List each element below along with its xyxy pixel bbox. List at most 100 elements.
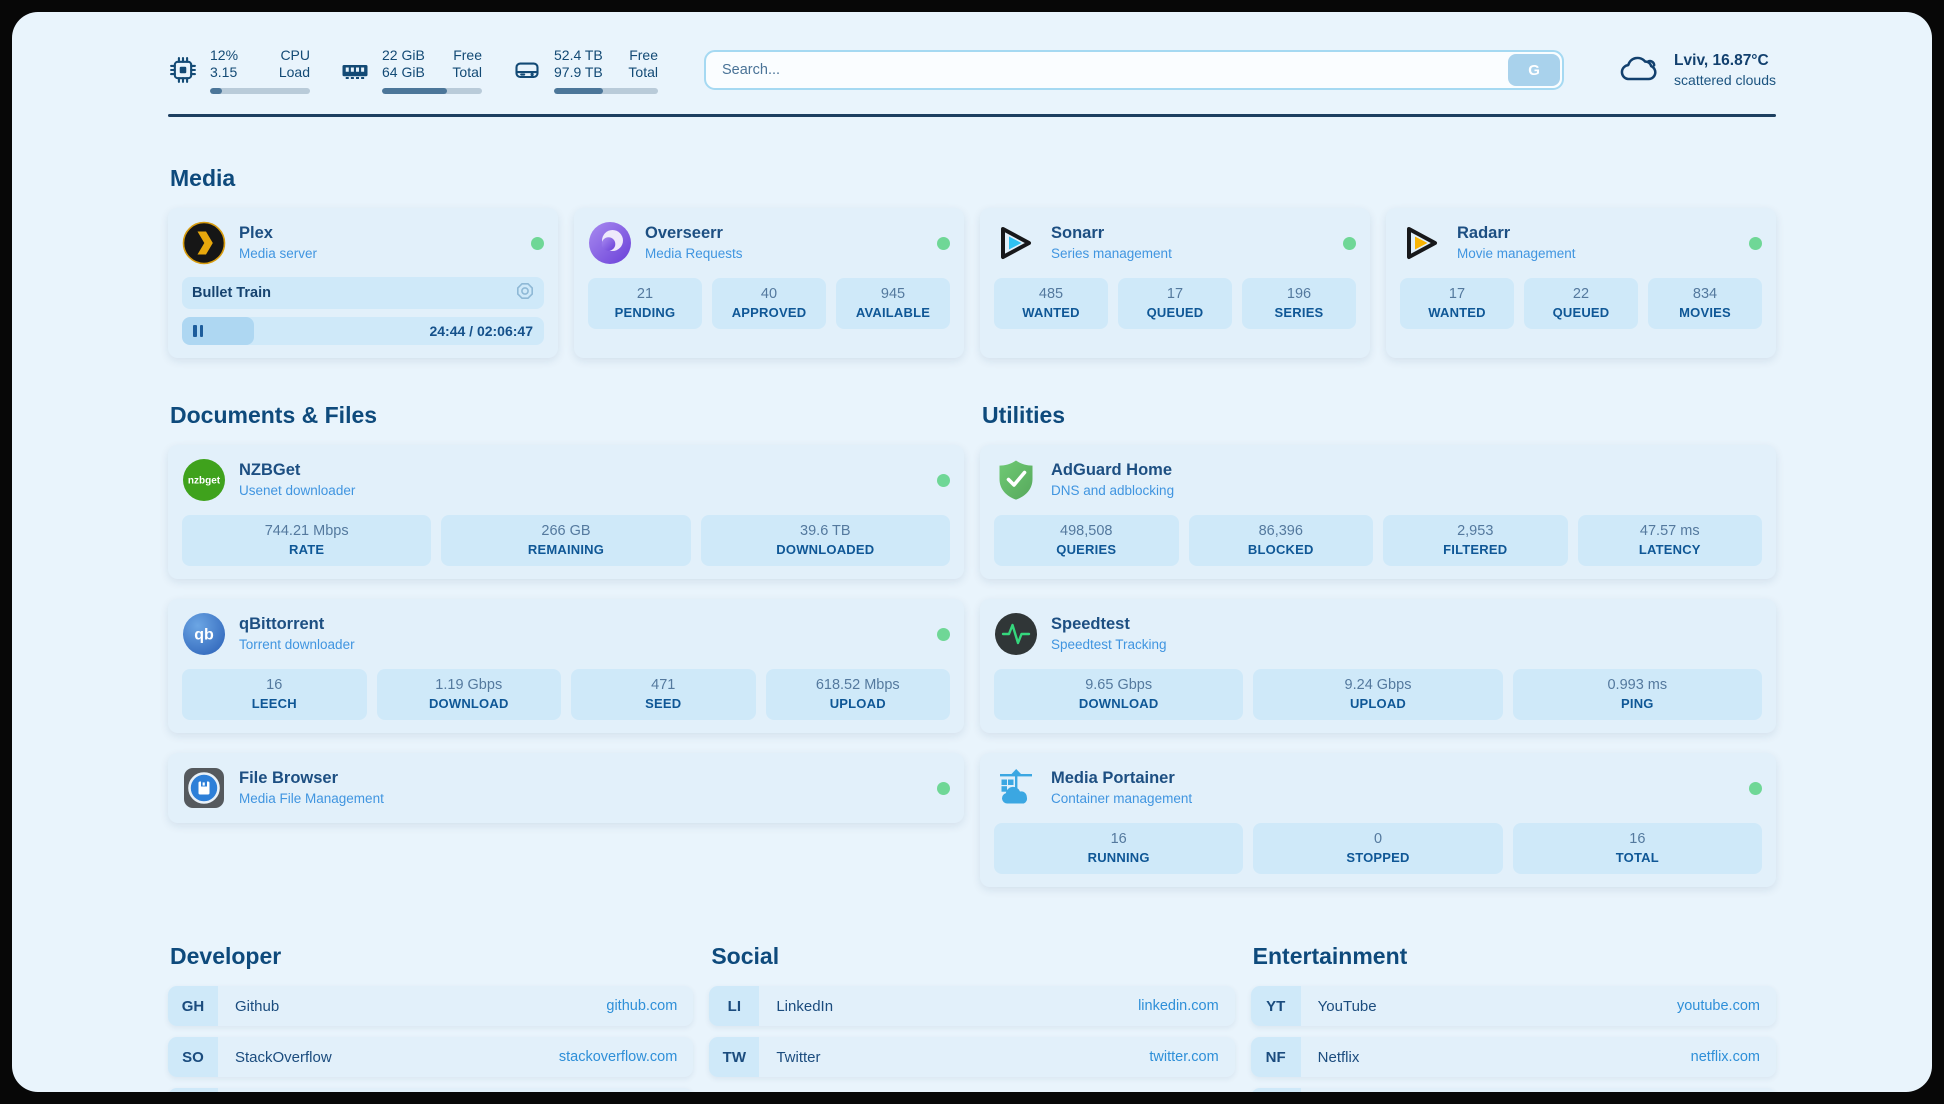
ram-stat: 22 GiB 64 GiB Free Total xyxy=(340,47,482,94)
app-subtitle: Media server xyxy=(239,246,317,263)
svg-text:nzbget: nzbget xyxy=(188,476,221,487)
link-row-youtube[interactable]: YT YouTube youtube.com xyxy=(1251,986,1776,1026)
app-card-speedtest[interactable]: Speedtest Speedtest Tracking 9.65 Gbps D… xyxy=(980,599,1776,733)
stat-tile: 22 QUEUED xyxy=(1524,278,1638,329)
documents-section-title: Documents & Files xyxy=(170,402,964,429)
app-name: Sonarr xyxy=(1051,223,1172,244)
app-subtitle: Media File Management xyxy=(239,791,384,808)
cpu-load-label: Load xyxy=(279,64,310,82)
disk-total-value: 97.9 TB xyxy=(554,64,603,82)
link-row-netflix[interactable]: NF Netflix netflix.com xyxy=(1251,1037,1776,1077)
app-card-sonarr[interactable]: Sonarr Series management 485 WANTED 17 Q… xyxy=(980,208,1370,358)
link-badge: TW xyxy=(709,1037,759,1077)
ram-free-value: 22 GiB xyxy=(382,47,425,65)
cpu-usage-label: CPU xyxy=(279,47,310,65)
ram-progress-bar xyxy=(382,88,482,94)
weather-location-temp: Lviv, 16.87°C xyxy=(1674,51,1776,71)
link-row-github[interactable]: GH Github github.com xyxy=(168,986,693,1026)
stat-tile: 2,953 FILTERED xyxy=(1383,515,1568,566)
dashboard-page: 12% 3.15 CPU Load xyxy=(12,12,1932,1092)
app-card-qbittorrent[interactable]: qb qBittorrent Torrent downloader 16 LEE… xyxy=(168,599,964,733)
weather-widget[interactable]: Lviv, 16.87°C scattered clouds xyxy=(1616,51,1776,90)
stat-tile: 17 QUEUED xyxy=(1118,278,1232,329)
section-utilities: Utilities xyxy=(980,402,1776,887)
cpu-stat: 12% 3.15 CPU Load xyxy=(168,47,310,94)
stat-tile: 945 AVAILABLE xyxy=(836,278,950,329)
app-subtitle: Torrent downloader xyxy=(239,637,355,654)
stat-tile: 1.19 Gbps DOWNLOAD xyxy=(377,669,562,720)
app-subtitle: Media Requests xyxy=(645,246,743,263)
cpu-usage-value: 12% xyxy=(210,47,238,65)
app-subtitle: Container management xyxy=(1051,791,1192,808)
app-card-plex[interactable]: Plex Media server Bullet Train xyxy=(168,208,558,358)
status-dot xyxy=(1343,237,1356,250)
disk-icon xyxy=(512,55,542,85)
stat-tile: 0.993 ms PING xyxy=(1513,669,1762,720)
link-url[interactable]: netflix.com xyxy=(1691,1049,1760,1065)
stat-tile: 16 LEECH xyxy=(182,669,367,720)
app-name: File Browser xyxy=(239,768,384,789)
app-card-filebrowser[interactable]: File Browser Media File Management xyxy=(168,753,964,823)
section-developer: Developer GH Github github.com SO StackO… xyxy=(168,943,693,1092)
link-row-reddit[interactable]: RE Reddit reddit.com xyxy=(1251,1088,1776,1092)
now-playing-row: Bullet Train xyxy=(182,277,544,309)
link-row-linkedin[interactable]: LI LinkedIn linkedin.com xyxy=(709,986,1234,1026)
stat-tile: 471 SEED xyxy=(571,669,756,720)
link-url[interactable]: youtube.com xyxy=(1677,998,1760,1014)
stat-tile: 39.6 TB DOWNLOADED xyxy=(701,515,950,566)
app-card-nzbget[interactable]: nzbget NZBGet Usenet downloader 744.21 M… xyxy=(168,445,964,579)
link-url[interactable]: twitter.com xyxy=(1149,1049,1218,1065)
status-dot xyxy=(1749,237,1762,250)
app-subtitle: DNS and adblocking xyxy=(1051,483,1174,500)
link-row-dev[interactable]: DT DEV dev.to xyxy=(168,1088,693,1092)
link-url[interactable]: stackoverflow.com xyxy=(559,1049,677,1065)
stat-tile: 21 PENDING xyxy=(588,278,702,329)
overseerr-icon xyxy=(588,221,632,265)
system-stats: 12% 3.15 CPU Load xyxy=(168,47,658,94)
search-input[interactable] xyxy=(704,50,1564,90)
disk-progress-bar xyxy=(554,88,658,94)
stat-tile: 9.65 Gbps DOWNLOAD xyxy=(994,669,1243,720)
stat-tile: 0 STOPPED xyxy=(1253,823,1502,874)
portainer-icon xyxy=(994,766,1038,810)
ram-total-value: 64 GiB xyxy=(382,64,425,82)
link-name: Netflix xyxy=(1318,1049,1360,1066)
stat-tile: 744.21 Mbps RATE xyxy=(182,515,431,566)
media-type-camera-icon xyxy=(516,282,534,304)
stat-tile: 40 APPROVED xyxy=(712,278,826,329)
app-card-adguard[interactable]: AdGuard Home DNS and adblocking 498,508 … xyxy=(980,445,1776,579)
status-dot xyxy=(937,782,950,795)
link-row-twitter[interactable]: TW Twitter twitter.com xyxy=(709,1037,1234,1077)
status-dot xyxy=(937,237,950,250)
ram-icon xyxy=(340,55,370,85)
cloud-icon xyxy=(1616,51,1662,90)
top-bar: 12% 3.15 CPU Load xyxy=(168,38,1776,102)
cpu-progress-bar xyxy=(210,88,310,94)
cpu-load-value: 3.15 xyxy=(210,64,238,82)
link-url[interactable]: linkedin.com xyxy=(1138,998,1219,1014)
link-url[interactable]: github.com xyxy=(606,998,677,1014)
search-engine-button[interactable]: G xyxy=(1508,54,1560,86)
stat-tile: 485 WANTED xyxy=(994,278,1108,329)
playback-progress-bar[interactable]: 24:44 / 02:06:47 xyxy=(182,317,544,345)
status-dot xyxy=(1749,782,1762,795)
app-name: Overseerr xyxy=(645,223,743,244)
link-row-stackoverflow[interactable]: SO StackOverflow stackoverflow.com xyxy=(168,1037,693,1077)
utilities-section-title: Utilities xyxy=(982,402,1776,429)
status-dot xyxy=(937,474,950,487)
stat-tile: 16 TOTAL xyxy=(1513,823,1762,874)
stat-tile: 834 MOVIES xyxy=(1648,278,1762,329)
app-name: Media Portainer xyxy=(1051,768,1192,789)
ram-free-label: Free xyxy=(452,47,482,65)
status-dot xyxy=(937,628,950,641)
stat-tile: 17 WANTED xyxy=(1400,278,1514,329)
app-card-portainer[interactable]: Media Portainer Container management 16 … xyxy=(980,753,1776,887)
app-card-radarr[interactable]: Radarr Movie management 17 WANTED 22 QUE… xyxy=(1386,208,1776,358)
section-social: Social LI LinkedIn linkedin.com TW Twitt… xyxy=(709,943,1234,1092)
stat-tile: 196 SERIES xyxy=(1242,278,1356,329)
link-badge: YT xyxy=(1251,986,1301,1026)
app-card-overseerr[interactable]: Overseerr Media Requests 21 PENDING 40 A… xyxy=(574,208,964,358)
disk-stat: 52.4 TB 97.9 TB Free Total xyxy=(512,47,658,94)
nzbget-icon: nzbget xyxy=(182,458,226,502)
link-badge: GH xyxy=(168,986,218,1026)
